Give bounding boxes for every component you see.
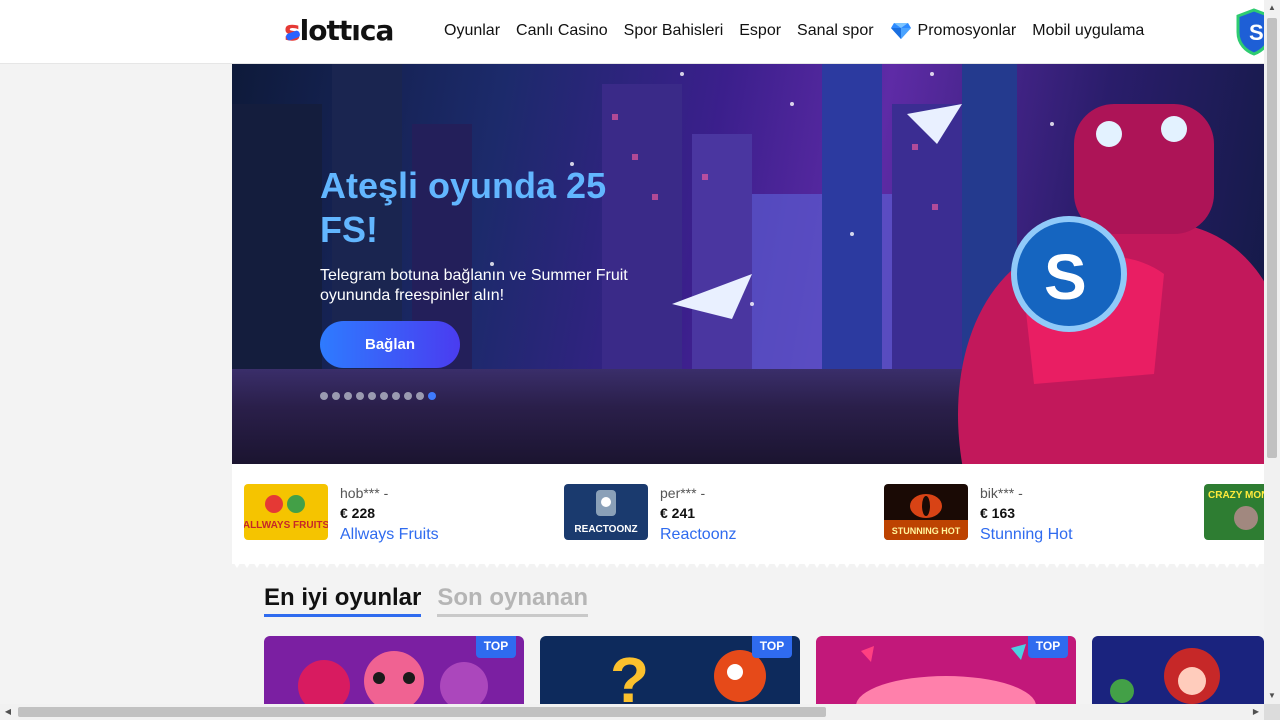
winner-amount: € 163 [980,505,1016,521]
thumb-label: ALLWAYS FRUITS [244,520,328,531]
logo-text: lottıca [299,14,395,47]
scroll-down-arrow-icon[interactable]: ▼ [1264,688,1280,704]
slider-dot[interactable] [428,392,436,400]
diamond-icon [890,23,911,39]
winner-amount: € 228 [340,505,376,521]
slider-dot[interactable] [416,392,424,400]
horizontal-scroll-thumb[interactable] [18,707,826,717]
top-badge: TOP [752,636,792,658]
game-thumbnail[interactable]: CRAZY MON [1204,484,1264,540]
game-card[interactable]: ? TOP [540,636,800,704]
games-tabs: En iyi oyunlar Son oynanan [264,584,589,617]
winner-item[interactable]: REACTOONZ per*** - € 241 Reactoonz [564,484,737,546]
winner-username: hob*** - [340,485,389,501]
slider-dots [320,392,436,400]
nav-spor-bahisleri[interactable]: Spor Bahisleri [624,20,724,42]
game-thumbnail[interactable]: ALLWAYS FRUITS [244,484,328,540]
nav-espor[interactable]: Espor [739,20,781,42]
slider-dot[interactable] [356,392,364,400]
slider-dot[interactable] [332,392,340,400]
nav-promosyonlar[interactable]: Promosyonlar [890,20,1017,42]
winner-username: bik*** - [980,485,1023,501]
robot-mascot-illustration: S [958,104,1264,464]
promo-banner[interactable]: S Ateşli oyunda 25 FS! Telegram botuna b… [232,64,1264,464]
slider-dot[interactable] [344,392,352,400]
logo-s: s [284,14,301,47]
svg-text:?: ? [610,644,649,704]
scroll-up-arrow-icon[interactable]: ▲ [1264,0,1280,16]
slider-dot[interactable] [368,392,376,400]
winner-item[interactable]: ALLWAYS FRUITS hob*** - € 228 Allways Fr… [244,484,439,546]
winner-amount: € 241 [660,505,696,521]
winner-item[interactable]: STUNNING HOT bik*** - € 163 Stunning Hot [884,484,1073,546]
banner-subtitle: Telegram botuna bağlanın ve Summer Fruit… [320,267,628,304]
game-card-art [1092,636,1264,704]
nav-canli-casino[interactable]: Canlı Casino [516,20,608,42]
scrollbar-corner [1264,704,1280,720]
banner-title: Ateşli oyunda 25 FS! [320,165,607,250]
nav-promosyonlar-label: Promosyonlar [917,22,1017,39]
svg-text:S: S [1044,241,1087,313]
scroll-right-arrow-icon[interactable]: ▶ [1248,704,1264,720]
slider-dot[interactable] [404,392,412,400]
thumb-label: REACTOONZ [574,524,637,535]
winner-game-link[interactable]: Stunning Hot [980,524,1073,546]
winner-game-link[interactable]: Allways Fruits [340,524,439,546]
thumb-label: STUNNING HOT [892,526,961,536]
tab-top-games[interactable]: En iyi oyunlar [264,584,422,617]
winner-game-link[interactable]: Reactoonz [660,524,737,546]
nav-mobil-uygulama[interactable]: Mobil uygulama [1032,20,1144,42]
game-thumbnail[interactable]: STUNNING HOT [884,484,968,540]
site-header: s lottıca Oyunlar Canlı Casino Spor Bahis… [0,0,1272,64]
top-badge: TOP [476,636,516,658]
game-card[interactable]: TOP [264,636,524,704]
zigzag-divider [232,560,1264,568]
tab-recently-played[interactable]: Son oynanan [437,584,589,617]
winner-username: per*** - [660,485,706,501]
connect-button[interactable]: Bağlan [320,321,460,368]
slider-dot[interactable] [380,392,388,400]
recent-winners-strip: ALLWAYS FRUITS hob*** - € 228 Allways Fr… [232,464,1264,564]
scroll-left-arrow-icon[interactable]: ◀ [0,704,16,720]
slider-dot[interactable] [320,392,328,400]
game-card[interactable] [1092,636,1264,704]
vertical-scroll-thumb[interactable] [1267,18,1277,458]
top-badge: TOP [1028,636,1068,658]
slottica-logo[interactable]: s lottıca [284,14,395,47]
game-card[interactable]: TOP [816,636,1076,704]
nav-sanal-spor[interactable]: Sanal spor [797,20,874,42]
nav-oyunlar[interactable]: Oyunlar [444,20,500,42]
game-thumbnail[interactable]: REACTOONZ [564,484,648,540]
vertical-scrollbar[interactable]: ▲ ▼ [1264,0,1280,704]
winner-item[interactable]: CRAZY MON [1204,484,1264,540]
thumb-label: CRAZY MON [1208,490,1264,501]
svg-text:S: S [1249,20,1264,45]
horizontal-scrollbar[interactable]: ◀ ▶ [0,704,1264,720]
slider-dot[interactable] [392,392,400,400]
main-nav: Oyunlar Canlı Casino Spor Bahisleri Espo… [444,20,1160,42]
